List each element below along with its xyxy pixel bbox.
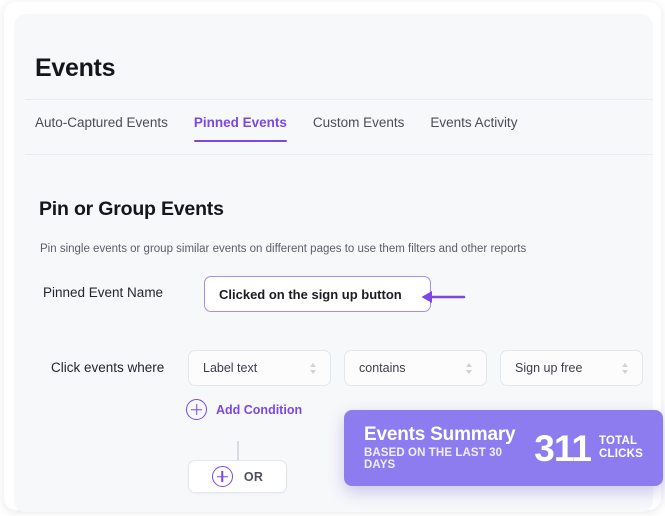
tab-pinned-events[interactable]: Pinned Events: [193, 115, 287, 142]
divider-under-title: [25, 99, 653, 100]
condition-field-select[interactable]: Label text: [188, 350, 331, 386]
tab-events-activity[interactable]: Events Activity: [430, 115, 517, 142]
add-condition-button[interactable]: Add Condition: [186, 399, 302, 420]
pinned-event-name-input[interactable]: [204, 276, 431, 312]
plus-circle-icon: [186, 399, 207, 420]
page-title: Events: [35, 54, 116, 82]
events-summary-title: Events Summary: [364, 423, 516, 445]
divider-under-tabs: [25, 154, 653, 155]
condition-match-select[interactable]: Sign up free: [500, 350, 643, 386]
condition-operator-select[interactable]: contains: [344, 350, 487, 386]
events-summary-unit-line1: TOTAL: [598, 434, 638, 447]
tab-custom-events[interactable]: Custom Events: [313, 115, 405, 142]
condition-operator-value: contains: [359, 361, 406, 375]
pinned-event-name-label: Pinned Event Name: [43, 285, 164, 300]
events-summary-unit: TOTAL CLICKS: [599, 435, 643, 461]
plus-circle-icon: [211, 466, 233, 487]
events-summary-text: Events Summary BASED ON THE LAST 30 DAYS: [364, 423, 534, 472]
click-events-where-label: Click events where: [51, 360, 165, 375]
events-summary-count: 311: [534, 427, 592, 469]
condition-match-value: Sign up free: [515, 361, 583, 375]
add-condition-label: Add Condition: [216, 402, 303, 417]
tab-auto-captured-events[interactable]: Auto-Captured Events: [35, 115, 168, 142]
stepper-chevrons-icon[interactable]: [614, 362, 636, 374]
or-connector-line: [237, 441, 239, 461]
events-summary-metric: 311 TOTAL CLICKS: [534, 430, 643, 467]
stepper-chevrons-icon[interactable]: [302, 362, 324, 374]
section-subtitle: Pin single events or group similar event…: [40, 243, 527, 255]
stepper-chevrons-icon[interactable]: [458, 362, 480, 374]
events-summary-card: Events Summary BASED ON THE LAST 30 DAYS…: [344, 410, 663, 486]
or-button-label: OR: [243, 469, 264, 484]
add-or-group-button[interactable]: OR: [188, 460, 287, 493]
tab-bar: Auto-Captured Events Pinned Events Custo…: [35, 115, 517, 153]
condition-field-value: Label text: [203, 361, 258, 375]
events-summary-unit-line2: CLICKS: [598, 448, 643, 460]
events-summary-subtitle: BASED ON THE LAST 30 DAYS: [364, 447, 503, 472]
section-title: Pin or Group Events: [39, 198, 224, 220]
